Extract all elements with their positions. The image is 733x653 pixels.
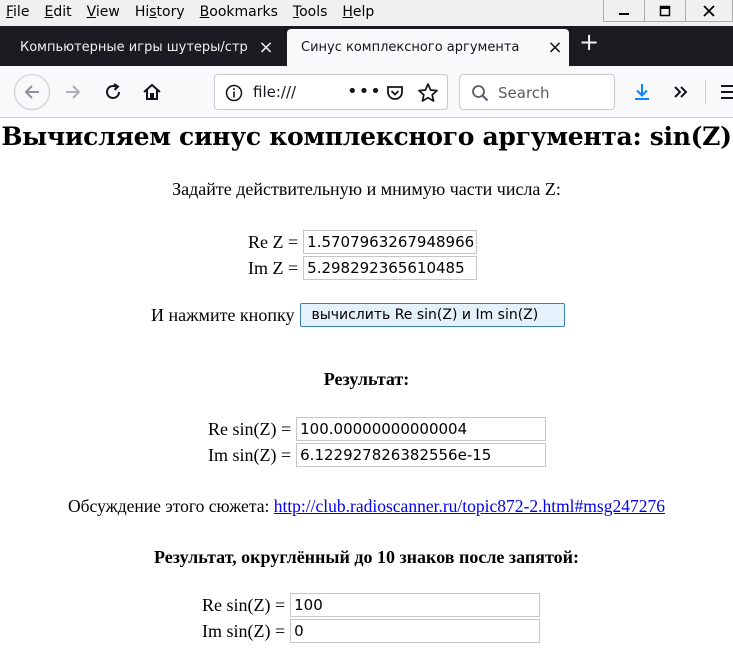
toolbar-separator	[705, 80, 706, 104]
tab-shooter-games[interactable]: Компьютерные игры шутеры/стр ×	[6, 29, 280, 66]
chevron-double-right-icon	[674, 86, 688, 98]
rounded-result-heading: Результат, округлённый до 10 знаков посл…	[154, 547, 579, 567]
menu-bookmarks-mnemonic: B	[199, 4, 210, 20]
tab-bar: Компьютерные игры шутеры/стр × Синус ком…	[0, 26, 733, 66]
minimize-icon	[619, 12, 629, 15]
menu-file-mnemonic: F	[6, 4, 14, 20]
url-bar[interactable]: file:/// •••	[214, 74, 448, 110]
page-title: Вычисляем синус комплексного аргумента: …	[1, 122, 732, 151]
result-heading: Результат:	[323, 369, 410, 389]
tab-label: Синус комплексного аргумента	[301, 40, 520, 55]
maximize-icon	[659, 5, 671, 16]
overflow-menu-button[interactable]	[665, 76, 697, 108]
title-bar: File Edit View History Bookmarks Tools H…	[0, 0, 733, 26]
forward-arrow-icon	[66, 85, 81, 99]
im-sin-rounded-label: Im sin(Z) =	[202, 620, 286, 641]
press-button-label: И нажмите кнопку	[151, 304, 295, 325]
menu-bar: File Edit View History Bookmarks Tools H…	[6, 2, 389, 24]
maximize-button[interactable]	[644, 0, 686, 22]
minimize-button[interactable]	[603, 0, 645, 22]
re-sin-rounded-output[interactable]: 100	[290, 593, 541, 617]
menu-bookmarks[interactable]: Bookmarks	[200, 2, 278, 24]
bookmark-star-icon[interactable]	[417, 82, 439, 104]
tab-close-icon[interactable]: ×	[541, 37, 569, 58]
app-menu-button[interactable]	[713, 76, 733, 108]
re-z-row: Re Z = 1.5707963267948966	[248, 230, 478, 254]
menu-help-label: elp	[352, 4, 375, 20]
im-sin-rounded-row: Im sin(Z) = 0	[202, 619, 541, 643]
reload-icon	[106, 83, 120, 99]
menu-help[interactable]: Help	[342, 2, 374, 24]
url-text: file:///	[253, 83, 297, 101]
download-arrow-icon	[635, 84, 649, 100]
discussion-link[interactable]: http://club.radioscanner.ru/topic872-2.h…	[274, 496, 665, 516]
navigation-toolbar: file:/// ••• Search	[0, 66, 733, 118]
im-sin-row: Im sin(Z) = 6.122927826382556e-15	[208, 443, 547, 467]
menu-history[interactable]: History	[135, 2, 185, 24]
menu-tools[interactable]: Tools	[293, 2, 328, 24]
menu-view[interactable]: View	[87, 2, 120, 24]
menu-tools-label: ools	[299, 4, 328, 20]
im-sin-output[interactable]: 6.122927826382556e-15	[296, 443, 547, 467]
close-icon	[703, 4, 715, 17]
discussion-line: Обсуждение этого сюжета: http://club.rad…	[0, 496, 733, 517]
menu-bookmarks-label: ookmarks	[209, 4, 278, 20]
forward-button[interactable]	[57, 76, 89, 108]
discussion-label: Обсуждение этого сюжета:	[68, 496, 270, 516]
page-content: Вычисляем синус комплексного аргумента: …	[0, 119, 733, 653]
new-tab-plus-icon[interactable]: +	[575, 28, 603, 56]
window-controls	[603, 0, 733, 22]
im-z-label: Im Z =	[248, 257, 299, 278]
compute-row: И нажмите кнопку вычислить Re sin(Z) и I…	[151, 303, 566, 327]
re-sin-label: Re sin(Z) =	[208, 418, 292, 439]
menu-history-label-a: Hi	[134, 4, 150, 20]
menu-help-mnemonic: H	[342, 4, 353, 20]
menu-history-mnemonic: s	[149, 4, 157, 20]
input-prompt: Задайте действительную и мнимую части чи…	[172, 179, 561, 199]
search-bar[interactable]: Search	[459, 74, 615, 110]
menu-file-label: ile	[13, 4, 30, 20]
menu-edit[interactable]: Edit	[44, 2, 71, 24]
im-sin-label: Im sin(Z) =	[208, 444, 292, 465]
re-sin-output[interactable]: 100.00000000000004	[296, 417, 547, 441]
search-icon	[472, 85, 489, 102]
re-sin-rounded-row: Re sin(Z) = 100	[202, 593, 541, 617]
info-icon[interactable]	[225, 84, 243, 102]
menu-edit-label: dit	[53, 4, 72, 20]
reload-button[interactable]	[97, 76, 129, 108]
tab-complex-sine[interactable]: Синус комплексного аргумента ×	[287, 29, 569, 66]
re-z-label: Re Z =	[248, 231, 299, 252]
back-arrow-icon	[24, 85, 39, 99]
im-z-row: Im Z = 5.298292365610485	[248, 256, 478, 280]
hamburger-menu-icon	[721, 85, 733, 99]
menu-file[interactable]: File	[6, 2, 29, 24]
home-icon	[143, 83, 161, 100]
re-sin-rounded-label: Re sin(Z) =	[202, 594, 286, 615]
im-sin-rounded-output[interactable]: 0	[290, 619, 541, 643]
home-button[interactable]	[136, 76, 168, 108]
im-z-input[interactable]: 5.298292365610485	[303, 256, 478, 280]
downloads-button[interactable]	[626, 76, 658, 108]
pocket-icon[interactable]	[385, 83, 405, 103]
menu-view-mnemonic: V	[86, 4, 96, 20]
page-actions-icon[interactable]: •••	[347, 81, 382, 102]
re-sin-row: Re sin(Z) = 100.00000000000004	[208, 417, 547, 441]
search-placeholder: Search	[498, 84, 550, 102]
tab-label: Компьютерные игры шутеры/стр	[20, 40, 248, 55]
close-window-button[interactable]	[685, 0, 733, 22]
compute-button[interactable]: вычислить Re sin(Z) и Im sin(Z)	[300, 303, 566, 327]
back-button[interactable]	[14, 74, 50, 110]
menu-edit-mnemonic: E	[44, 4, 54, 20]
menu-history-label-b: tory	[156, 4, 185, 20]
tab-close-icon[interactable]: ×	[252, 37, 280, 58]
re-z-input[interactable]: 1.5707963267948966	[303, 230, 478, 254]
menu-view-label: iew	[95, 4, 120, 20]
